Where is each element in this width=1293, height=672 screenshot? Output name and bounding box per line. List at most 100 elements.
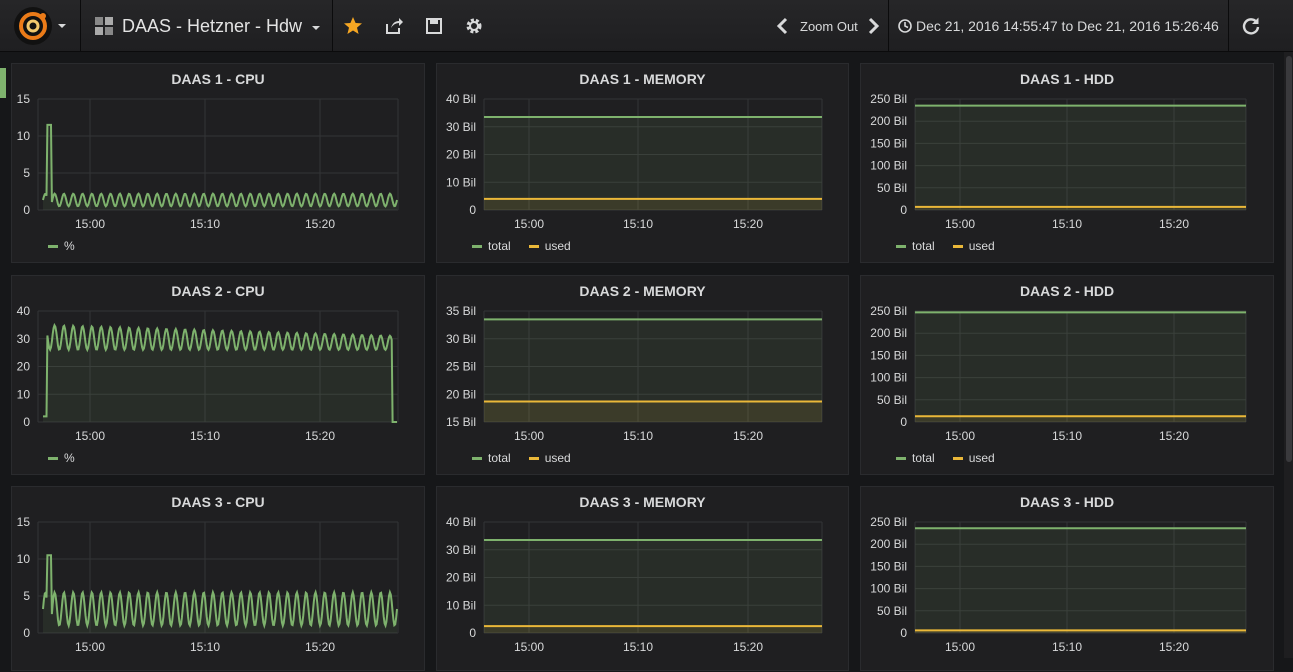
legend-item-total[interactable]: total <box>896 451 935 465</box>
refresh-icon[interactable] <box>1241 16 1261 36</box>
legend: % <box>48 239 75 253</box>
x-tick-label: 15:00 <box>514 429 544 443</box>
y-tick-label: 40 Bil <box>446 92 476 106</box>
legend-swatch <box>896 244 906 248</box>
scrollbar-thumb[interactable] <box>1286 56 1292 462</box>
panel-daas-3-cpu[interactable]: DAAS 3 - CPU 15 10 5 0 15:00 15:10 15:20 <box>11 486 425 671</box>
x-tick-label: 15:10 <box>190 640 220 654</box>
panel-daas-1-hdd[interactable]: DAAS 1 - HDD 250 Bil 200 Bil 150 Bil 100 Bil… <box>860 63 1274 263</box>
legend-label: % <box>64 239 75 253</box>
legend-swatch <box>952 456 963 460</box>
panel-daas-2-cpu[interactable]: DAAS 2 - CPU 40 30 20 10 0 15:00 15:10 15:20% <box>11 275 425 475</box>
panel-daas-3-hdd[interactable]: DAAS 3 - HDD 250 Bil 200 Bil 150 Bil 100 Bil… <box>860 486 1274 671</box>
y-tick-label: 0 <box>900 626 907 640</box>
dashboard-title[interactable]: DAAS - Hetzner - Hdw <box>94 14 321 38</box>
panel-daas-2-hdd[interactable]: DAAS 2 - HDD 250 Bil 200 Bil 150 Bil 100 Bil… <box>860 275 1274 475</box>
x-tick-label: 15:20 <box>305 640 335 654</box>
graph-canvas: 15 10 5 0 15:00 15:10 15:20 <box>17 92 399 231</box>
dashboard-grid-icon <box>95 17 113 35</box>
panel-daas-1-cpu[interactable]: DAAS 1 - CPU 15 10 5 0 15:00 15:10 15:20% <box>11 63 425 263</box>
y-tick-label: 40 <box>17 304 31 318</box>
clock-icon <box>898 19 912 33</box>
dashboard-title-text: DAAS - Hetzner - Hdw <box>122 15 303 36</box>
series-area-total <box>484 117 822 210</box>
row-collapse-marker[interactable] <box>0 68 6 98</box>
x-tick-label: 15:00 <box>945 429 975 443</box>
y-tick-label: 20 Bil <box>446 571 476 585</box>
nav-divider <box>80 0 81 52</box>
legend-label: total <box>912 451 935 465</box>
legend-label: % <box>64 451 75 465</box>
gear-icon[interactable] <box>464 16 484 36</box>
y-tick-label: 15 Bil <box>446 415 476 429</box>
chevron-down-icon[interactable] <box>58 24 66 28</box>
panel-daas-3-memory[interactable]: DAAS 3 - MEMORY 40 Bil 30 Bil 20 Bil 10 Bil 0… <box>436 486 849 671</box>
y-tick-label: 10 <box>17 387 31 401</box>
zoom-out-button[interactable]: Zoom Out <box>800 14 858 38</box>
y-tick-label: 10 <box>17 552 31 566</box>
y-tick-label: 100 Bil <box>870 371 907 385</box>
x-tick-label: 15:20 <box>1159 429 1189 443</box>
y-tick-label: 0 <box>23 415 30 429</box>
series-area-total <box>915 312 1246 422</box>
graph-canvas: 250 Bil 200 Bil 150 Bil 100 Bil 50 Bil 0 15:00… <box>870 304 1247 443</box>
y-tick-label: 40 Bil <box>446 515 476 529</box>
panel-daas-1-memory[interactable]: DAAS 1 - MEMORY 40 Bil 30 Bil 20 Bil 10 Bil 0… <box>436 63 849 263</box>
y-tick-label: 0 <box>469 203 476 217</box>
graph-canvas: 40 30 20 10 0 15:00 15:10 15:20 <box>17 304 399 443</box>
nav-divider <box>888 0 889 52</box>
series-line-percent[interactable] <box>42 123 398 208</box>
legend-item-percent[interactable]: % <box>48 239 75 253</box>
x-tick-label: 15:20 <box>305 217 335 231</box>
y-tick-label: 50 Bil <box>877 181 907 195</box>
x-tick-label: 15:10 <box>623 640 653 654</box>
y-tick-label: 30 Bil <box>446 120 476 134</box>
y-tick-label: 20 <box>17 360 31 374</box>
graph-canvas: 250 Bil 200 Bil 150 Bil 100 Bil 50 Bil 0 15:00… <box>870 515 1247 654</box>
y-tick-label: 150 Bil <box>870 559 907 573</box>
graph-canvas: 250 Bil 200 Bil 150 Bil 100 Bil 50 Bil 0 15:00… <box>870 92 1247 231</box>
legend-item-total[interactable]: total <box>472 451 511 465</box>
legend-item-percent[interactable]: % <box>48 451 75 465</box>
y-tick-label: 50 Bil <box>877 604 907 618</box>
legend-item-total[interactable]: total <box>896 239 935 253</box>
star-icon[interactable] <box>343 16 363 36</box>
legend-item-total[interactable]: total <box>472 239 511 253</box>
x-tick-label: 15:20 <box>305 429 335 443</box>
legend-item-used[interactable]: used <box>528 451 571 465</box>
legend-item-used[interactable]: used <box>952 451 995 465</box>
legend-item-used[interactable]: used <box>952 239 995 253</box>
y-tick-label: 150 Bil <box>870 348 907 362</box>
x-tick-label: 15:10 <box>1052 640 1082 654</box>
y-tick-label: 100 Bil <box>870 159 907 173</box>
chevron-left-icon[interactable] <box>773 16 793 36</box>
y-tick-label: 0 <box>23 203 30 217</box>
legend-label: used <box>968 451 995 465</box>
y-tick-label: 5 <box>23 589 30 603</box>
legend-item-used[interactable]: used <box>528 239 571 253</box>
panel-daas-2-memory[interactable]: DAAS 2 - MEMORY 35 Bil 30 Bil 25 Bil 20 Bil 1… <box>436 275 849 475</box>
y-tick-label: 15 <box>17 515 31 529</box>
y-tick-label: 10 <box>17 129 31 143</box>
grafana-logo-icon[interactable] <box>12 6 54 46</box>
x-tick-label: 15:10 <box>190 429 220 443</box>
y-tick-label: 200 Bil <box>870 326 907 340</box>
chevron-right-icon[interactable] <box>863 16 883 36</box>
chevron-down-icon <box>312 26 321 30</box>
x-tick-label: 15:00 <box>75 640 105 654</box>
save-icon[interactable] <box>424 16 444 36</box>
x-tick-label: 15:00 <box>945 217 975 231</box>
legend: total used <box>896 239 995 253</box>
legend-swatch <box>528 244 539 248</box>
time-range-picker[interactable]: Dec 21, 2016 14:55:47 to Dec 21, 2016 15… <box>898 14 1219 38</box>
y-tick-label: 10 Bil <box>446 175 476 189</box>
y-tick-label: 250 Bil <box>870 92 907 106</box>
share-icon[interactable] <box>384 16 404 36</box>
legend-label: total <box>488 451 511 465</box>
legend: total used <box>896 451 995 465</box>
x-tick-label: 15:20 <box>1159 217 1189 231</box>
legend-swatch <box>472 456 482 460</box>
series-area-total <box>484 540 822 633</box>
x-tick-label: 15:10 <box>1052 217 1082 231</box>
legend-label: used <box>544 451 571 465</box>
